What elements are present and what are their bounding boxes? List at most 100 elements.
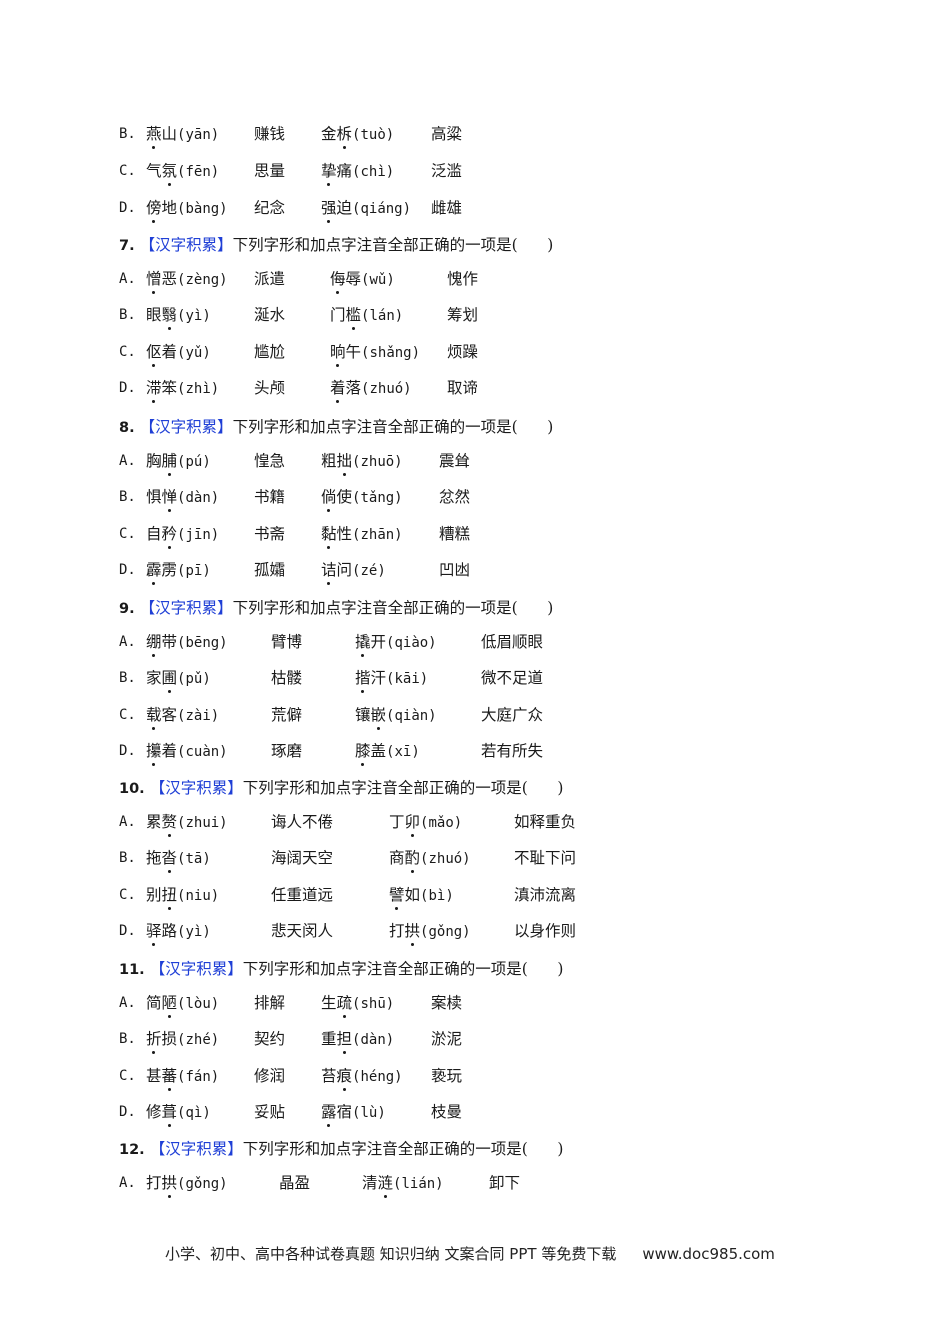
footer-url[interactable]: www.doc985.com	[642, 1245, 775, 1263]
character: 甚	[146, 1066, 162, 1085]
option-a[interactable]: A. 憎恶(zèng) 派遣 侮辱(wǔ) 愧作	[119, 267, 819, 294]
question-text: 下列字形和加点字注音全部正确的一项是(	[232, 599, 518, 617]
option-d[interactable]: D. 傍地(bàng) 纪念 强迫(qiáng) 雌雄	[119, 196, 819, 223]
option-b[interactable]: B. 眼翳(yì) 涎水 门槛(lán) 筹划	[119, 303, 819, 330]
annotated-word: 惧惮(dàn)	[146, 485, 220, 512]
pinyin-annotation: (chì)	[352, 164, 395, 180]
option-c[interactable]: C. 载客(zài) 荒僻 镶嵌(qiàn) 大庭广众	[119, 703, 819, 730]
option-d[interactable]: D. 攥着(cuàn) 琢磨 膝盖(xī) 若有所失	[119, 739, 819, 766]
dotted-character: 晌	[330, 340, 346, 367]
annotated-word: 譬如(bì)	[389, 883, 454, 910]
option-c[interactable]: C. 伛着(yǔ) 尴尬 晌午(shǎng) 烦躁	[119, 340, 819, 367]
pinyin-annotation: (zhé)	[177, 1032, 220, 1048]
annotated-word: 着落(zhuó)	[330, 376, 412, 403]
annotated-word: 挚痛(chì)	[321, 159, 395, 186]
answer-blank[interactable]: )	[518, 233, 553, 257]
option-b[interactable]: B. 折损(zhé) 契约 重担(dàn) 淤泥	[119, 1027, 819, 1054]
annotated-word: 侮辱(wǔ)	[330, 267, 395, 294]
option-b[interactable]: B. 家圃(pǔ) 枯髅 揩汗(kāi) 微不足道	[119, 666, 819, 693]
dotted-character: 滞	[146, 376, 162, 403]
dotted-character: 惮	[162, 485, 177, 512]
option-letter: B.	[119, 670, 136, 686]
character: 问	[336, 561, 353, 579]
option-a[interactable]: A. 简陋(lòu) 排解 生疏(shū) 案椟	[119, 991, 819, 1018]
option-a[interactable]: A. 累赘(zhui) 诲人不倦 丁卯(mǎo) 如释重负	[119, 810, 819, 837]
pinyin-annotation: (lù)	[352, 1105, 386, 1121]
dotted-character: 燕	[146, 122, 162, 149]
annotated-word: 驿路(yì)	[146, 919, 211, 946]
option-word: 震耸	[439, 451, 471, 470]
option-a[interactable]: A. 绷带(bēng) 臂博 撬开(qiào) 低眉顺眼	[119, 630, 819, 657]
option-c[interactable]: C. 气氛(fēn) 思量 挚痛(chì) 泛滥	[119, 159, 819, 186]
option-word: 孤孀	[254, 561, 286, 579]
pinyin-annotation: (niu)	[177, 887, 220, 904]
option-a[interactable]: A. 胸脯(pú) 惶急 粗拙(zhuō) 震耸	[119, 449, 819, 476]
character: 苔	[321, 1066, 337, 1085]
pinyin-annotation: (tǎng)	[352, 490, 403, 506]
character: 胸	[146, 451, 162, 470]
character: 累	[146, 812, 162, 831]
character: 镶	[355, 705, 371, 724]
question-text: 下列字形和加点字注音全部正确的一项是(	[242, 1140, 528, 1158]
annotated-word: 镶嵌(qiàn)	[355, 703, 437, 730]
annotated-word: 甚蕃(fán)	[146, 1064, 219, 1091]
option-word: 泛滥	[431, 162, 463, 180]
annotated-word: 强迫(qiáng)	[321, 196, 411, 223]
pinyin-annotation: (mǎo)	[420, 814, 463, 831]
option-letter: C.	[119, 525, 136, 542]
pinyin-annotation: (zhuō)	[352, 453, 403, 470]
option-b[interactable]: B. 燕山(yān) 赚钱 金柝(tuò) 高粱	[119, 122, 819, 149]
option-b[interactable]: B. 惧惮(dàn) 书籍 倘使(tǎng) 忿然	[119, 485, 819, 512]
option-d[interactable]: D. 霹雳(pī) 孤孀 诘问(zé) 凹凼	[119, 558, 819, 585]
dotted-character: 嵌	[371, 703, 386, 730]
question-text: 下列字形和加点字注音全部正确的一项是(	[242, 779, 528, 797]
answer-blank[interactable]: )	[518, 415, 553, 439]
question-stem: 7. 【汉字积累】下列字形和加点字注音全部正确的一项是( )	[119, 233, 553, 257]
dotted-character: 揩	[355, 666, 371, 693]
option-d[interactable]: D. 驿路(yì) 悲天闵人 打拱(gǒng) 以身作则	[119, 919, 819, 946]
pinyin-annotation: (dàn)	[177, 490, 220, 506]
pinyin-annotation: (cuàn)	[177, 744, 228, 760]
character: 气	[146, 162, 162, 180]
option-b[interactable]: B. 拖沓(tā) 海阔天空 商酌(zhuó) 不耻下问	[119, 846, 819, 873]
option-d[interactable]: D. 滞笨(zhì) 头颅 着落(zhuó) 取谛	[119, 376, 819, 403]
option-word: 纪念	[254, 199, 286, 217]
pinyin-annotation: (héng)	[352, 1068, 403, 1085]
option-c[interactable]: C. 自矜(jīn) 书斋 黏性(zhān) 糟糕	[119, 522, 819, 549]
option-a[interactable]: A. 打拱(gǒng) 晶盈 清涟(lián) 卸下	[119, 1171, 819, 1198]
annotated-word: 打拱(gǒng)	[146, 1171, 228, 1198]
answer-blank[interactable]: )	[518, 596, 553, 620]
option-d[interactable]: D. 修葺(qì) 妥贴 露宿(lù) 枝曼	[119, 1100, 819, 1127]
answer-blank[interactable]: )	[528, 957, 563, 981]
answer-blank[interactable]: )	[528, 1137, 563, 1161]
annotated-word: 别扭(niu)	[146, 883, 220, 910]
annotated-word: 家圃(pǔ)	[146, 666, 211, 693]
dotted-character: 倘	[321, 485, 337, 512]
character: 迫	[336, 199, 353, 217]
option-letter: B.	[119, 1031, 136, 1047]
character: 路	[161, 922, 178, 940]
character: 辱	[345, 269, 362, 288]
option-word: 凹凼	[439, 561, 471, 579]
character: 性	[336, 524, 353, 543]
option-word: 尴尬	[254, 342, 286, 361]
dotted-character: 憎	[146, 267, 162, 294]
option-word: 大庭广众	[481, 705, 544, 724]
annotated-word: 攥着(cuàn)	[146, 739, 228, 766]
option-word: 派遣	[254, 269, 286, 288]
pinyin-annotation: (bì)	[420, 887, 454, 904]
annotated-word: 重担(dàn)	[321, 1027, 394, 1054]
character: 修	[146, 1103, 162, 1121]
option-c[interactable]: C. 别扭(niu) 任重道远 譬如(bì) 滇沛流离	[119, 883, 819, 910]
dotted-character: 强	[321, 196, 337, 223]
option-c[interactable]: C. 甚蕃(fán) 修润 苔痕(héng) 亵玩	[119, 1064, 819, 1091]
answer-blank[interactable]: )	[528, 776, 563, 800]
character: 打	[389, 922, 405, 940]
character: 着	[161, 742, 178, 760]
character: 生	[321, 993, 337, 1012]
option-letter: B.	[119, 307, 136, 323]
character: 地	[161, 199, 178, 217]
question-stem: 11. 【汉字积累】下列字形和加点字注音全部正确的一项是( )	[119, 957, 563, 981]
dotted-character: 担	[337, 1027, 352, 1054]
option-word: 赚钱	[254, 125, 286, 143]
